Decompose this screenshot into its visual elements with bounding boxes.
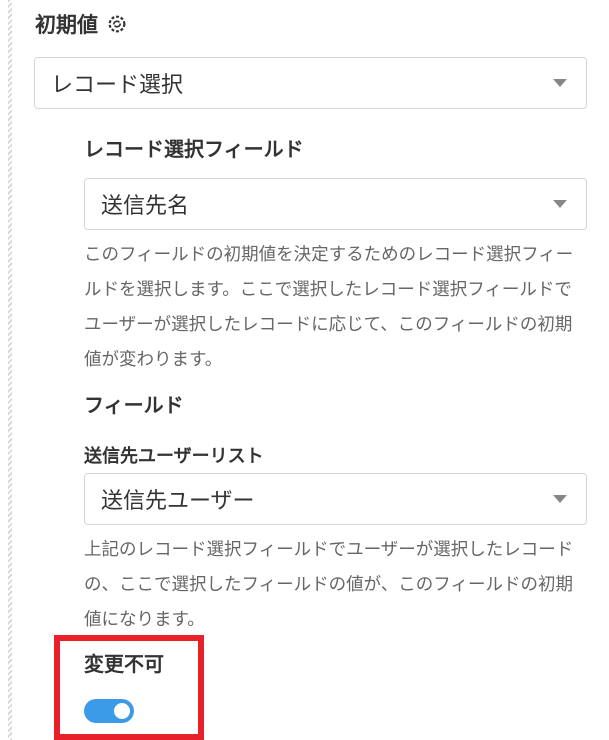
readonly-heading: 変更不可 xyxy=(84,652,164,676)
record-field-select[interactable]: 送信先名 xyxy=(84,178,587,230)
caret-down-icon xyxy=(553,200,567,208)
record-field-heading: レコード選択フィールド xyxy=(84,137,304,161)
field-list-label: 送信先ユーザーリスト xyxy=(84,446,264,467)
readonly-toggle[interactable] xyxy=(84,699,134,723)
initial-value-title: 初期値 xyxy=(35,9,128,39)
record-field-select-value: 送信先名 xyxy=(101,194,190,219)
initial-value-title-label: 初期値 xyxy=(35,13,98,37)
record-field-description: このフィールドの初期値を決定するためのレコード選択フィールドを選択します。ここで… xyxy=(84,245,574,370)
gear-sync-icon xyxy=(108,15,126,33)
initial-value-select[interactable]: レコード選択 xyxy=(34,57,587,109)
field-settings-panel: 初期値 レコード選択 レコード選択フィールド 送信先名 このフィールドの初期値を… xyxy=(0,0,609,740)
panel-left-border xyxy=(8,0,12,740)
field-select[interactable]: 送信先ユーザー xyxy=(84,473,587,525)
caret-down-icon xyxy=(553,495,567,503)
toggle-knob xyxy=(114,703,130,719)
field-description: 上記のレコード選択フィールドでユーザーが選択したレコードの、ここで選択したフィー… xyxy=(84,540,574,630)
field-heading: フィールド xyxy=(84,393,184,417)
caret-down-icon xyxy=(553,79,567,87)
field-select-value: 送信先ユーザー xyxy=(101,489,255,514)
initial-value-select-value: レコード選択 xyxy=(51,73,184,98)
